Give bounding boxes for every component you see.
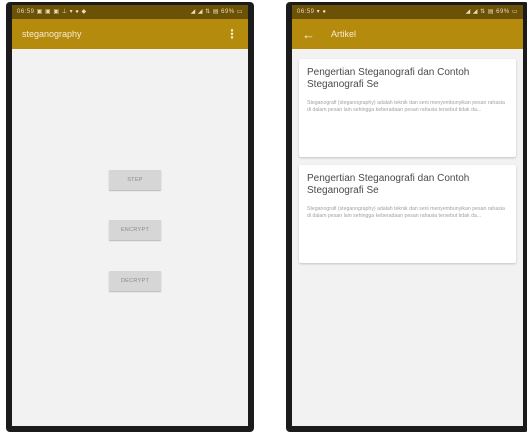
article-title: Pengertian Steganografi dan Contoh Stega… [307,173,470,196]
app-title: steganography [22,29,82,39]
article-title: Pengertian Steganografi dan Contoh Stega… [307,67,470,90]
article-snippet: Steganografi (steganography) adalah tekn… [307,100,505,113]
article-screen: 06:59 ▾ ● ◢ ◢ ⇅ ▤ 69% ▭ ← Artikel Penger… [292,5,523,426]
encrypt-button[interactable]: ENCRYPT [109,220,161,240]
app-bar: ← Artikel [292,19,523,49]
overflow-menu-icon[interactable]: ⋮ [226,28,238,40]
decrypt-button[interactable]: DECRYPT [109,271,161,291]
status-icons-left: 06:59 ▾ ● [297,9,327,15]
left-phone-frame: 06:59 ▣ ▣ ▣ ⊥ ▾ ● ◆ ◢ ◢ ⇅ ▤ 69% ▭ stegan… [6,2,254,432]
main-screen: 06:59 ▣ ▣ ▣ ⊥ ▾ ● ◆ ◢ ◢ ⇅ ▤ 69% ▭ stegan… [12,5,248,426]
status-bar: 06:59 ▾ ● ◢ ◢ ⇅ ▤ 69% ▭ [292,5,523,19]
app-bar: steganography ⋮ [12,19,248,49]
article-card[interactable]: Pengertian Steganografi dan Contoh Stega… [299,165,516,263]
right-phone-frame: 06:59 ▾ ● ◢ ◢ ⇅ ▤ 69% ▭ ← Artikel Penger… [286,2,527,432]
status-icons-right: ◢ ◢ ⇅ ▤ 69% ▭ [465,9,518,15]
article-card[interactable]: Pengertian Steganografi dan Contoh Stega… [299,59,516,157]
step-button[interactable]: STEP [109,170,161,190]
back-arrow-icon[interactable]: ← [302,28,315,41]
status-icons-right: ◢ ◢ ⇅ ▤ 69% ▭ [190,9,243,15]
article-snippet: Steganografi (steganography) adalah tekn… [307,206,505,219]
app-title: Artikel [331,29,357,39]
status-icons-left: 06:59 ▣ ▣ ▣ ⊥ ▾ ● ◆ [17,9,87,15]
status-bar: 06:59 ▣ ▣ ▣ ⊥ ▾ ● ◆ ◢ ◢ ⇅ ▤ 69% ▭ [12,5,248,19]
